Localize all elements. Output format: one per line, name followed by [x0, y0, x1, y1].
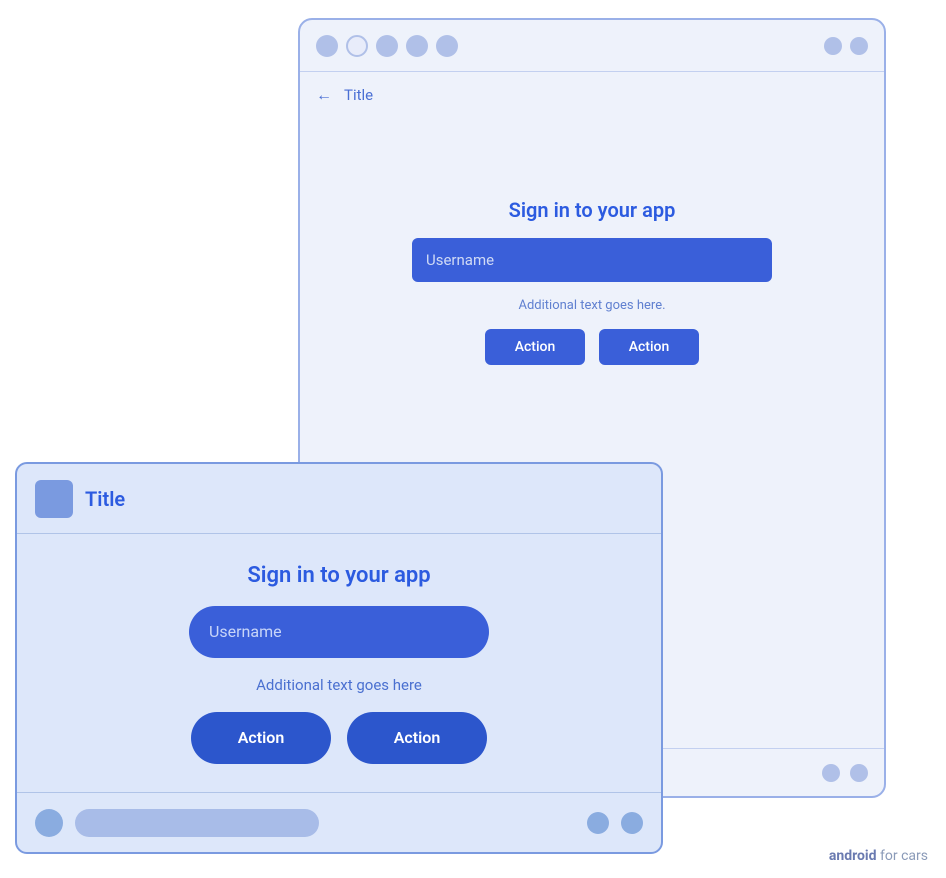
car-mockup: Title Sign in to your app Username Addit…: [15, 462, 663, 854]
phone-additional-text: Additional text goes here.: [518, 298, 665, 313]
car-content: Sign in to your app Username Additional …: [17, 534, 661, 792]
phone-username-placeholder: Username: [426, 251, 494, 269]
watermark: android for cars: [829, 848, 928, 864]
car-action-row: Action Action: [191, 712, 487, 764]
car-app-title: Title: [85, 487, 125, 511]
car-action-button-2[interactable]: Action: [347, 712, 487, 764]
status-dot-1: [316, 35, 338, 57]
phone-top-bar: ← Title: [300, 72, 884, 118]
status-dot-right-2: [850, 37, 868, 55]
phone-action-button-1[interactable]: Action: [485, 329, 585, 365]
back-arrow-icon[interactable]: ←: [316, 85, 332, 105]
status-dot-right-1: [824, 37, 842, 55]
bottom-dot-1: [822, 764, 840, 782]
phone-action-row: Action Action: [485, 329, 699, 365]
status-dot-4: [406, 35, 428, 57]
car-nav-dot-1: [35, 809, 63, 837]
car-action-button-1[interactable]: Action: [191, 712, 331, 764]
car-nav-dot-2: [587, 812, 609, 834]
car-sign-in-heading: Sign in to your app: [247, 563, 430, 588]
watermark-suffix: for cars: [877, 848, 928, 864]
watermark-brand: android: [829, 848, 877, 864]
car-bottom-bar: [17, 792, 661, 852]
phone-sign-in-heading: Sign in to your app: [509, 198, 676, 222]
car-additional-text: Additional text goes here: [256, 676, 422, 694]
status-dot-3: [376, 35, 398, 57]
status-dot-5: [436, 35, 458, 57]
car-username-input[interactable]: Username: [189, 606, 489, 658]
car-header: Title: [17, 464, 661, 534]
phone-action-button-2[interactable]: Action: [599, 329, 699, 365]
car-app-icon: [35, 480, 73, 518]
car-nav-dot-3: [621, 812, 643, 834]
car-username-placeholder: Username: [209, 622, 282, 641]
car-nav-pill: [75, 809, 319, 837]
phone-username-input[interactable]: Username: [412, 238, 772, 282]
bottom-dot-2: [850, 764, 868, 782]
phone-screen-title: Title: [344, 86, 373, 104]
phone-status-bar: [300, 20, 884, 72]
status-dot-2: [346, 35, 368, 57]
